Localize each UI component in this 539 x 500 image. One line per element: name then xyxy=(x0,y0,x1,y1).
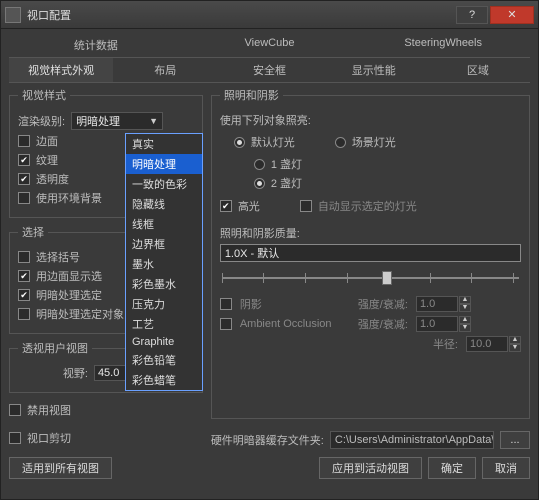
transparency-checkbox[interactable] xyxy=(18,173,30,185)
visual-style-legend: 视觉样式 xyxy=(18,87,70,103)
tab-regions[interactable]: 区域 xyxy=(426,58,530,82)
shade-sel-obj-label: 明暗处理选定对象 xyxy=(36,306,124,322)
perspective-legend: 透视用户视图 xyxy=(18,340,92,356)
default-light-label: 默认灯光 xyxy=(251,134,295,150)
scene-light-label: 场景灯光 xyxy=(352,134,396,150)
edges-label: 边面 xyxy=(36,133,58,149)
shadow-label: 阴影 xyxy=(240,296,350,312)
one-lamp-radio[interactable] xyxy=(254,159,265,170)
dropdown-item[interactable]: 工艺 xyxy=(126,314,202,334)
render-level-value: 明暗处理 xyxy=(76,113,120,129)
scene-light-radio[interactable] xyxy=(335,137,346,148)
default-light-radio[interactable] xyxy=(234,137,245,148)
intensity1-input xyxy=(416,296,458,312)
intensity1-label: 强度/衰减: xyxy=(358,296,408,312)
app-icon xyxy=(5,7,21,23)
edge-sel-label: 用边面显示选 xyxy=(36,268,102,284)
tab-viewcube[interactable]: ViewCube xyxy=(183,33,357,57)
dropdown-item[interactable]: 墨水 xyxy=(126,254,202,274)
viewport-clip-checkbox[interactable] xyxy=(9,432,21,444)
sel-brackets-checkbox[interactable] xyxy=(18,251,30,263)
tab-stats[interactable]: 统计数据 xyxy=(9,33,183,57)
hw-cache-label: 硬件明暗器缓存文件夹: xyxy=(211,432,324,448)
specular-label: 高光 xyxy=(238,198,260,214)
chevron-down-icon: ▼ xyxy=(149,116,158,126)
fov-label: 视野: xyxy=(63,365,88,381)
texture-label: 纹理 xyxy=(36,152,58,168)
help-button[interactable]: ? xyxy=(456,6,488,24)
render-level-combo[interactable]: 明暗处理 ▼ xyxy=(71,112,163,130)
disable-viewport-checkbox[interactable] xyxy=(9,404,21,416)
selection-legend: 选择 xyxy=(18,224,48,240)
window-title: 视口配置 xyxy=(27,7,456,23)
edges-checkbox[interactable] xyxy=(18,135,30,147)
viewport-clip-label: 视口剪切 xyxy=(27,430,71,446)
shade-sel-faces-label: 明暗处理选定 xyxy=(36,287,102,303)
shadow-checkbox[interactable] xyxy=(220,298,232,310)
dropdown-item[interactable]: 边界框 xyxy=(126,234,202,254)
render-level-dropdown[interactable]: 真实明暗处理一致的色彩隐藏线线框边界框墨水彩色墨水压克力工艺Graphite彩色… xyxy=(125,133,203,391)
two-lamp-radio[interactable] xyxy=(254,178,265,189)
radius-input xyxy=(466,336,508,352)
transparency-label: 透明度 xyxy=(36,171,69,187)
dropdown-item[interactable]: 彩色墨水 xyxy=(126,274,202,294)
hw-cache-path[interactable]: C:\Users\Administrator\AppData\Local\Aut… xyxy=(330,431,494,449)
tab-layout[interactable]: 布局 xyxy=(113,58,217,82)
quality-value: 1.0X - 默认 xyxy=(225,245,279,261)
illum-label: 使用下列对象照亮: xyxy=(220,112,311,128)
disable-viewport-label: 禁用视图 xyxy=(27,402,71,418)
auto-sel-light-label: 自动显示选定的灯光 xyxy=(318,198,417,214)
quality-slider[interactable] xyxy=(222,268,519,288)
texture-checkbox[interactable] xyxy=(18,154,30,166)
apply-all-button[interactable]: 适用到所有视图 xyxy=(9,457,112,479)
auto-sel-light-checkbox[interactable] xyxy=(300,200,312,212)
shade-sel-faces-checkbox[interactable] xyxy=(18,289,30,301)
quality-label: 照明和阴影质量: xyxy=(220,225,300,241)
dropdown-item[interactable]: 真实 xyxy=(126,134,202,154)
sel-brackets-label: 选择括号 xyxy=(36,249,80,265)
dropdown-item[interactable]: Graphite xyxy=(126,334,202,350)
dropdown-item[interactable]: 线框 xyxy=(126,214,202,234)
one-lamp-label: 1 盏灯 xyxy=(271,156,302,172)
close-button[interactable]: ✕ xyxy=(490,6,534,24)
env-bg-checkbox[interactable] xyxy=(18,192,30,204)
specular-checkbox[interactable] xyxy=(220,200,232,212)
tab-safe-frame[interactable]: 安全框 xyxy=(217,58,321,82)
shade-sel-obj-checkbox[interactable] xyxy=(18,308,30,320)
ao-label: Ambient Occlusion xyxy=(240,318,350,330)
dropdown-item[interactable]: 彩色铅笔 xyxy=(126,350,202,370)
lighting-group: 照明和阴影 使用下列对象照亮: 默认灯光 场景灯光 1 盏灯 2 盏灯 高光 自… xyxy=(211,87,530,419)
dropdown-item[interactable]: 明暗处理 xyxy=(126,154,202,174)
intensity2-label: 强度/衰减: xyxy=(358,316,408,332)
env-bg-label: 使用环境背景 xyxy=(36,190,102,206)
apply-active-button[interactable]: 应用到活动视图 xyxy=(319,457,422,479)
tab-visual-style[interactable]: 视觉样式外观 xyxy=(9,58,113,82)
tab-steeringwheels[interactable]: SteeringWheels xyxy=(356,33,530,57)
browse-button[interactable]: ... xyxy=(500,431,530,449)
dropdown-item[interactable]: 彩色蜡笔 xyxy=(126,370,202,390)
render-level-label: 渲染级别: xyxy=(18,113,65,129)
dropdown-item[interactable]: 一致的色彩 xyxy=(126,174,202,194)
dropdown-item[interactable]: 隐藏线 xyxy=(126,194,202,214)
radius-label: 半径: xyxy=(433,336,458,352)
edge-sel-checkbox[interactable] xyxy=(18,270,30,282)
lighting-legend: 照明和阴影 xyxy=(220,87,283,103)
cancel-button[interactable]: 取消 xyxy=(482,457,530,479)
ao-checkbox[interactable] xyxy=(220,318,232,330)
tab-display-perf[interactable]: 显示性能 xyxy=(322,58,426,82)
dropdown-item[interactable]: 压克力 xyxy=(126,294,202,314)
intensity2-input xyxy=(416,316,458,332)
quality-combo[interactable]: 1.0X - 默认 xyxy=(220,244,521,262)
ok-button[interactable]: 确定 xyxy=(428,457,476,479)
two-lamp-label: 2 盏灯 xyxy=(271,175,302,191)
